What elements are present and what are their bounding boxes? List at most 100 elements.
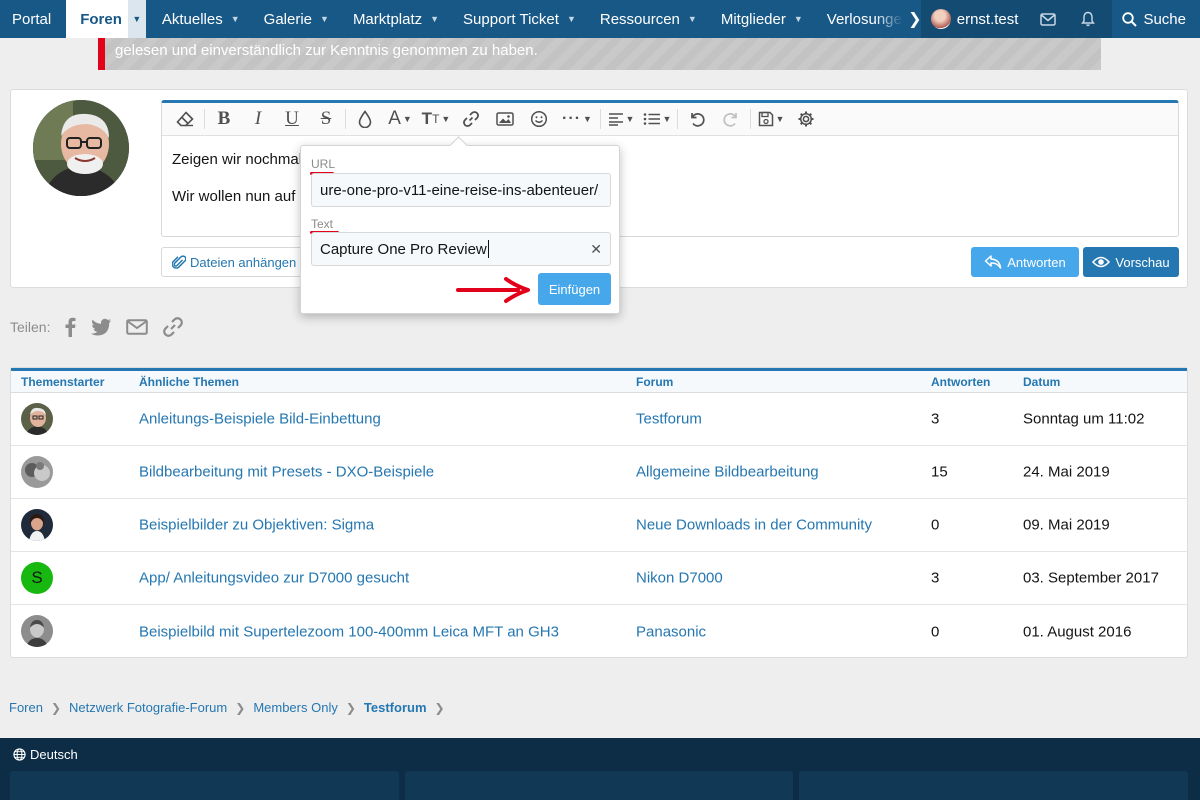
undo-icon[interactable] [680, 103, 714, 135]
notice-banner: gelesen und einverständlich zur Kenntnis… [98, 36, 1101, 70]
thread-title-link[interactable]: App/ Anleitungsvideo zur D7000 gesucht [139, 570, 409, 587]
italic-icon[interactable]: I [241, 103, 275, 135]
avatar[interactable] [21, 509, 53, 541]
avatar[interactable] [21, 615, 53, 647]
language-chooser[interactable]: Deutsch [13, 747, 78, 762]
align-icon[interactable]: ▼ [603, 103, 639, 135]
nav-user-account[interactable]: ernst.test [921, 0, 1029, 38]
thread-title-link[interactable]: Anleitungs-Beispiele Bild-Einbettung [139, 411, 381, 428]
email-share-icon[interactable] [126, 319, 149, 335]
link-share-icon[interactable] [162, 316, 184, 338]
table-header: Themenstarter Ähnliche Themen Forum Antw… [11, 368, 1187, 393]
eye-icon [1092, 256, 1111, 268]
text-color-icon[interactable] [348, 103, 382, 135]
thread-title-link[interactable]: Beispielbilder zu Objektiven: Sigma [139, 517, 374, 534]
gear-icon[interactable] [789, 103, 823, 135]
reply-count: 15 [931, 463, 948, 481]
nav-ressourcen[interactable]: Ressourcen ▼ [588, 0, 709, 38]
toolbar-separator [677, 109, 678, 129]
font-family-icon[interactable]: A ▼ [382, 103, 418, 135]
table-row: Beispielbild mit Supertelezoom 100-400mm… [11, 605, 1187, 658]
share-bar: Teilen: [10, 316, 184, 338]
reply-button[interactable]: Antworten [971, 247, 1079, 277]
text-cursor [487, 240, 489, 258]
thread-date: Sonntag um 11:02 [1023, 410, 1145, 428]
save-draft-icon[interactable]: ▼ [753, 103, 789, 135]
column-header[interactable]: Themenstarter [21, 375, 104, 389]
nav-portal[interactable]: Portal [0, 0, 63, 38]
bold-icon[interactable]: B [207, 103, 241, 135]
thread-title-link[interactable]: Bildbearbeitung mit Presets - DXO-Beispi… [139, 464, 434, 481]
nav-aktuelles[interactable]: Aktuelles ▼ [150, 0, 252, 38]
avatar[interactable]: S [21, 562, 53, 594]
attach-files-button[interactable]: Dateien anhängen [161, 247, 308, 277]
chevron-right-icon: ❯ [50, 700, 62, 715]
nav-verlosungen[interactable]: Verlosungen [815, 0, 903, 38]
twitter-icon[interactable] [90, 318, 112, 336]
chevron-down-icon: ▼ [430, 14, 440, 24]
nav-marktplatz[interactable]: Marktplatz ▼ [341, 0, 451, 38]
table-row: Bildbearbeitung mit Presets - DXO-Beispi… [11, 446, 1187, 499]
footer-column [405, 771, 793, 800]
insert-link-icon[interactable] [454, 103, 488, 135]
thread-title-link[interactable]: Beispielbild mit Supertelezoom 100-400mm… [139, 623, 559, 640]
link-text-input[interactable]: Capture One Pro Review ✕ [311, 232, 611, 266]
nav-forums[interactable]: Foren ▼ [66, 0, 146, 38]
breadcrumb-item[interactable]: Testforum [364, 700, 427, 715]
table-row: S App/ Anleitungsvideo zur D7000 gesucht… [11, 552, 1187, 605]
list-icon[interactable]: ▼ [639, 103, 675, 135]
redo-icon[interactable] [714, 103, 748, 135]
smiley-icon[interactable] [522, 103, 556, 135]
eraser-icon[interactable] [168, 103, 202, 135]
breadcrumb-item[interactable]: Foren [9, 700, 43, 715]
thread-date: 03. September 2017 [1023, 569, 1159, 587]
breadcrumb-item[interactable]: Netzwerk Fotografie-Forum [69, 700, 227, 715]
nav-galerie[interactable]: Galerie ▼ [252, 0, 341, 38]
forum-link[interactable]: Allgemeine Bildbearbeitung [636, 464, 819, 481]
reply-count: 0 [931, 516, 940, 534]
more-options-icon[interactable]: ··· ▼ [556, 103, 598, 135]
avatar[interactable] [21, 456, 53, 488]
footer-column [799, 771, 1188, 800]
strikethrough-icon[interactable]: S [309, 103, 343, 135]
table-row: Beispielbilder zu Objektiven: Sigma Neue… [11, 499, 1187, 552]
facebook-icon[interactable] [64, 317, 76, 337]
column-header[interactable]: Ähnliche Themen [139, 375, 239, 389]
reply-count: 3 [931, 569, 940, 587]
reply-icon [984, 255, 1002, 269]
chevron-right-icon: ❯ [434, 700, 445, 715]
column-header[interactable]: Antworten [931, 375, 990, 389]
insert-image-icon[interactable] [488, 103, 522, 135]
bell-icon[interactable] [1068, 0, 1108, 38]
chevron-down-icon: ▼ [320, 14, 329, 24]
forum-link[interactable]: Neue Downloads in der Community [636, 517, 872, 534]
chevron-down-icon: ▼ [687, 14, 697, 24]
forum-link[interactable]: Testforum [636, 411, 702, 428]
nav-mitglieder[interactable]: Mitglieder ▼ [709, 0, 815, 38]
column-header[interactable]: Forum [636, 375, 673, 389]
globe-icon [13, 748, 26, 761]
chevron-down-icon: ▼ [230, 14, 240, 24]
thread-date: 09. Mai 2019 [1023, 516, 1110, 534]
insert-button[interactable]: Einfügen [538, 273, 611, 305]
forum-link[interactable]: Nikon D7000 [636, 570, 723, 587]
footer-column [10, 771, 399, 800]
nav-support-ticket[interactable]: Support Ticket ▼ [451, 0, 588, 38]
search-button[interactable]: Suche [1112, 0, 1200, 38]
url-input[interactable]: ure-one-pro-v11-eine-reise-ins-abenteuer… [311, 173, 611, 207]
preview-button[interactable]: Vorschau [1083, 247, 1179, 277]
font-size-icon[interactable]: T T ▼ [418, 103, 454, 135]
page-footer: Deutsch [0, 738, 1200, 800]
forum-link[interactable]: Panasonic [636, 623, 706, 640]
close-icon[interactable]: ✕ [590, 241, 602, 258]
editor-toolbar: B I U S A ▼ T T ▼ ··· ▼ ▼ ▼ ▼ [162, 103, 1178, 136]
chevron-down-icon[interactable]: ▼ [127, 0, 146, 38]
avatar[interactable] [21, 403, 53, 435]
envelope-icon[interactable] [1028, 0, 1068, 38]
breadcrumb-item[interactable]: Members Only [253, 700, 338, 715]
nav-user-area: ernst.test Suche [920, 0, 1200, 38]
breadcrumb: Foren ❯ Netzwerk Fotografie-Forum ❯ Memb… [9, 700, 453, 715]
toolbar-separator [345, 109, 346, 129]
underline-icon[interactable]: U [275, 103, 309, 135]
column-header[interactable]: Datum [1023, 375, 1060, 389]
